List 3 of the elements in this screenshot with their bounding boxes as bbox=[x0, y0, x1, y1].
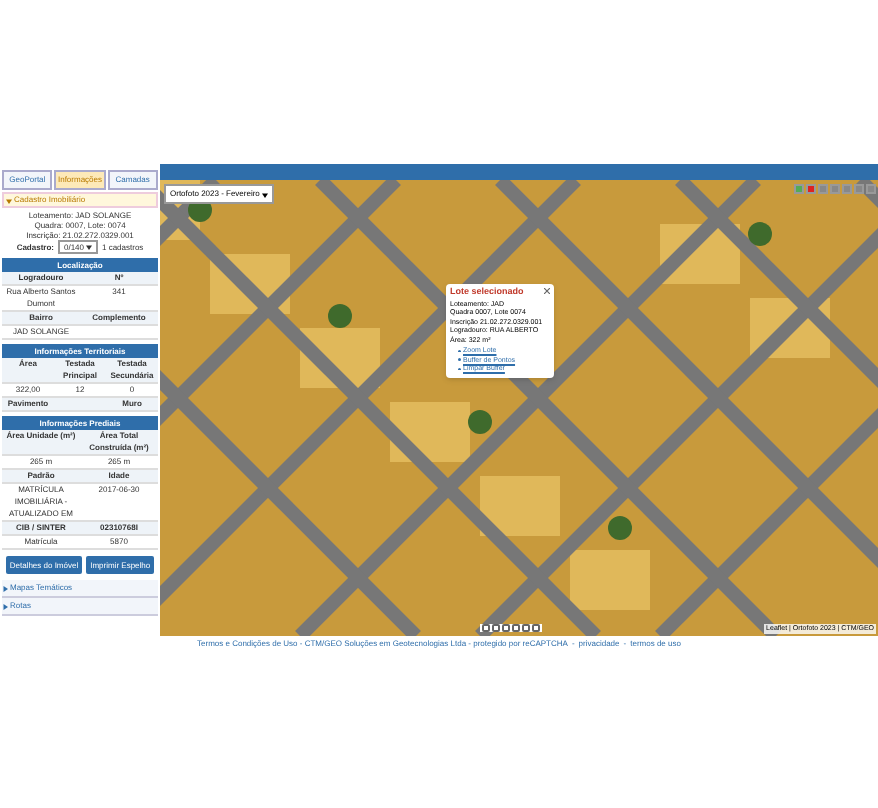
caret-icon bbox=[86, 244, 92, 250]
caret-icon bbox=[261, 191, 268, 197]
close-icon[interactable] bbox=[544, 288, 550, 294]
